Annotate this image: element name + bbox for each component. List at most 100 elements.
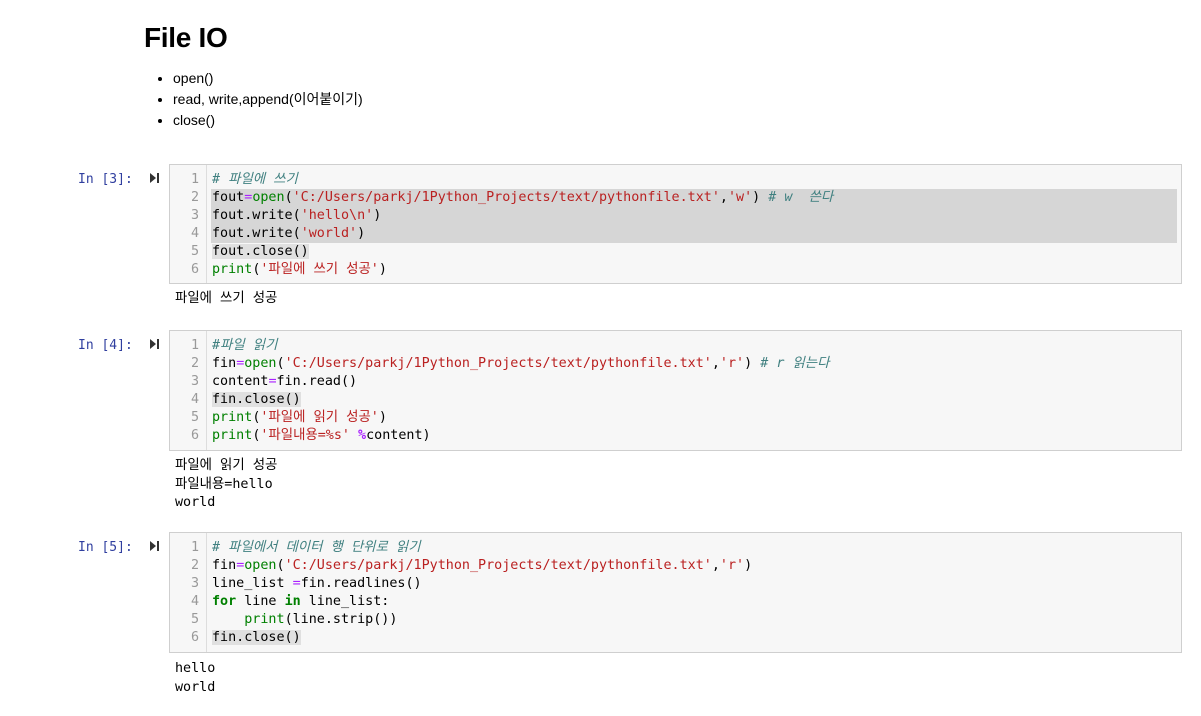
code-token: '파일에 쓰기 성공' <box>260 262 379 277</box>
markdown-cell: File IO open() read, write,append(이어붙이기)… <box>144 22 363 131</box>
line-number: 6 <box>190 262 199 277</box>
code-text: fout=open('C:/Users/parkj/1Python_Projec… <box>211 189 1177 207</box>
code-line[interactable]: 1 # 파일에 쓰기 <box>170 171 1181 189</box>
code-token: ( <box>284 190 293 205</box>
line-number: 4 <box>190 594 199 609</box>
code-token: print <box>212 262 253 277</box>
code-token: open <box>252 190 285 205</box>
code-token: , <box>711 558 720 573</box>
code-token: 'r' <box>719 356 745 371</box>
code-line[interactable]: 2 fout=open('C:/Users/parkj/1Python_Proje… <box>170 189 1181 207</box>
code-line[interactable]: 5 print(line.strip()) <box>170 611 1181 629</box>
run-cell-icon[interactable] <box>150 171 160 185</box>
code-line[interactable]: 6 fin.close() <box>170 629 1181 647</box>
markdown-bullet-list: open() read, write,append(이어붙이기) close() <box>144 68 363 131</box>
code-text: print('파일에 읽기 성공') <box>211 409 1177 427</box>
cell-prompt: In [4]: <box>78 338 133 353</box>
code-line[interactable]: 1 # 파일에서 데이터 행 단위로 읽기 <box>170 539 1181 557</box>
line-number: 4 <box>190 226 199 241</box>
code-token: ) <box>744 558 753 573</box>
code-token: open <box>244 558 277 573</box>
code-token: print <box>244 612 285 627</box>
code-line[interactable]: 4 fin.close() <box>170 391 1181 409</box>
code-editor[interactable]: 1 # 파일에 쓰기 2 fout=open('C:/Users/parkj/1Pyt… <box>169 164 1182 284</box>
code-line[interactable]: 5 print('파일에 읽기 성공') <box>170 409 1181 427</box>
code-token: # 파일에서 데이터 행 단위로 읽기 <box>212 540 421 555</box>
code-token: # w 쓴다 <box>768 190 834 205</box>
code-text: # 파일에서 데이터 행 단위로 읽기 <box>211 539 1177 557</box>
code-line[interactable]: 3 line_list =fin.readlines() <box>170 575 1181 593</box>
code-text: fout.close() <box>211 243 1177 261</box>
code-line[interactable]: 6 print('파일내용=%s' %content) <box>170 427 1181 445</box>
line-number: 5 <box>190 244 199 259</box>
code-editor[interactable]: 1 #파일 읽기 2 fin=open('C:/Users/parkj/1Python… <box>169 330 1182 451</box>
code-text: fin=open('C:/Users/parkj/1Python_Project… <box>211 557 1177 575</box>
code-token: fin <box>212 558 237 573</box>
code-token: % <box>358 428 367 443</box>
code-token: = <box>268 374 277 389</box>
code-token: (line.strip()) <box>284 612 398 627</box>
code-token: open <box>244 356 277 371</box>
code-line[interactable]: 4 for line in line_list: <box>170 593 1181 611</box>
code-token: , <box>719 190 728 205</box>
code-token: fout.write( <box>212 208 301 223</box>
code-line[interactable]: 3 content=fin.read() <box>170 373 1181 391</box>
code-token: 'r' <box>719 558 745 573</box>
code-line[interactable]: 2 fin=open('C:/Users/parkj/1Python_Projec… <box>170 557 1181 575</box>
code-text: fout.write('world') <box>211 225 1177 243</box>
code-line[interactable]: 6 print('파일에 쓰기 성공') <box>170 261 1181 279</box>
code-token: line_list <box>212 576 293 591</box>
line-number: 2 <box>190 190 199 205</box>
code-line[interactable]: 5 fout.close() <box>170 243 1181 261</box>
code-token: fout.write( <box>212 226 301 241</box>
cell-output: hello world <box>175 661 216 695</box>
code-token: 'w' <box>727 190 753 205</box>
line-number: 3 <box>190 576 199 591</box>
code-text: print(line.strip()) <box>211 611 1177 629</box>
markdown-bullet: close() <box>173 110 363 131</box>
code-editor[interactable]: 1 # 파일에서 데이터 행 단위로 읽기 2 fin=open('C:/Users/… <box>169 532 1182 653</box>
code-token: 'C:/Users/parkj/1Python_Projects/text/py… <box>284 356 712 371</box>
code-token: # r 읽는다 <box>760 356 830 371</box>
code-token: fin.readlines() <box>300 576 422 591</box>
code-line[interactable]: 3 fout.write('hello\n') <box>170 207 1181 225</box>
code-token: ) <box>357 226 366 241</box>
code-text: fin.close() <box>211 391 1177 409</box>
run-cell-icon[interactable] <box>150 539 160 553</box>
line-number: 5 <box>190 612 199 627</box>
line-number: 1 <box>190 172 199 187</box>
code-token: ) <box>378 262 387 277</box>
code-line[interactable]: 1 #파일 읽기 <box>170 337 1181 355</box>
code-text: fin.close() <box>211 629 1177 647</box>
code-token: 'world' <box>300 226 358 241</box>
line-number: 4 <box>190 392 199 407</box>
code-text: fout.write('hello\n') <box>211 207 1177 225</box>
code-token: fin.close() <box>212 392 301 407</box>
code-token: content <box>212 374 269 389</box>
code-token: fin.read() <box>276 374 358 389</box>
line-number: 2 <box>190 356 199 371</box>
code-token: in <box>284 594 301 609</box>
markdown-title: File IO <box>144 22 228 53</box>
code-text: print('파일에 쓰기 성공') <box>211 261 1177 279</box>
code-token: 'C:/Users/parkj/1Python_Projects/text/py… <box>292 190 720 205</box>
code-token: for <box>212 594 237 609</box>
line-number: 2 <box>190 558 199 573</box>
line-number: 1 <box>190 540 199 555</box>
code-token: ( <box>276 356 285 371</box>
code-token: 'C:/Users/parkj/1Python_Projects/text/py… <box>284 558 712 573</box>
code-token: = <box>292 576 301 591</box>
cell-output: 파일에 읽기 성공 파일내용=hello world <box>175 458 278 510</box>
run-cell-icon[interactable] <box>150 337 160 351</box>
cell-output: 파일에 쓰기 성공 <box>175 291 278 306</box>
code-text: print('파일내용=%s' %content) <box>211 427 1177 445</box>
code-token: ( <box>276 558 285 573</box>
code-token: 'hello\n' <box>300 208 374 223</box>
code-line[interactable]: 4 fout.write('world') <box>170 225 1181 243</box>
cell-prompt: In [5]: <box>78 540 133 555</box>
cell-prompt: In [3]: <box>78 172 133 187</box>
code-text: fin=open('C:/Users/parkj/1Python_Project… <box>211 355 1177 373</box>
code-line[interactable]: 2 fin=open('C:/Users/parkj/1Python_Projec… <box>170 355 1181 373</box>
